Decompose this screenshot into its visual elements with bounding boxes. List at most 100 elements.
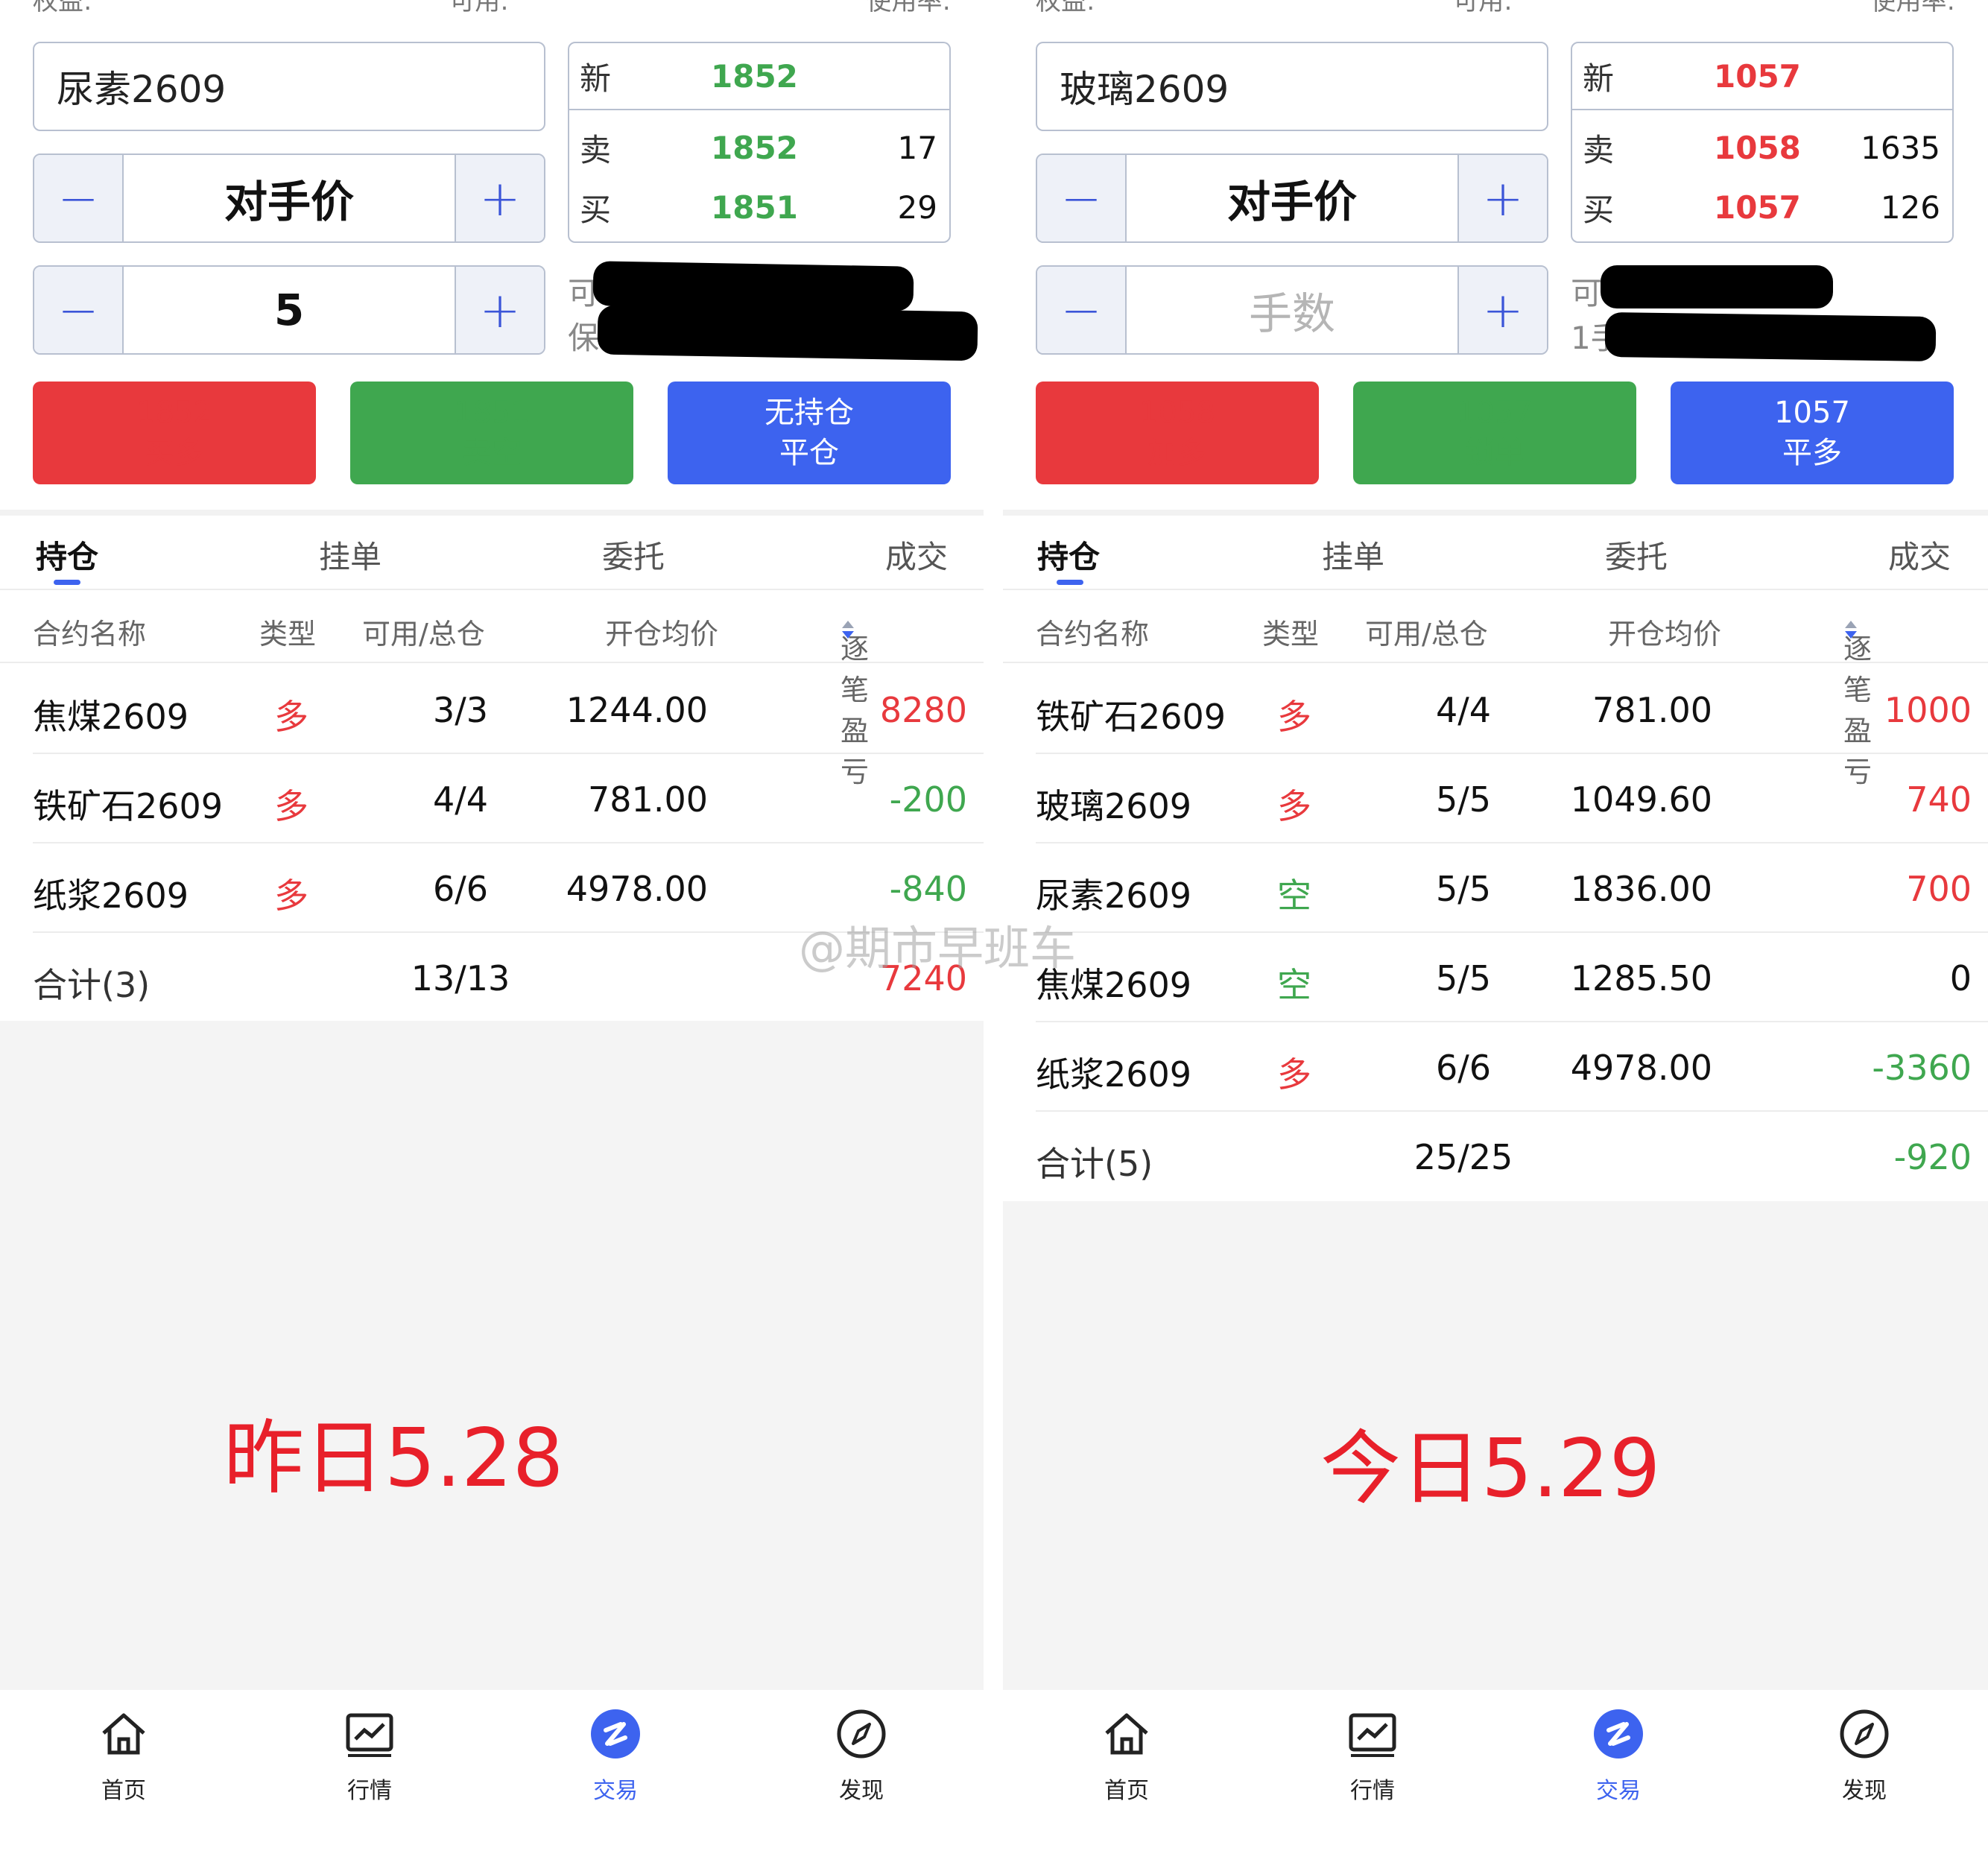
buy-long-button[interactable]: 1852 买多 [33, 382, 316, 484]
section-divider [1003, 510, 1988, 516]
redaction-mark [1601, 265, 1833, 308]
available-label: 可用: [1453, 0, 1513, 16]
col-type: 类型 [1262, 618, 1320, 650]
bottom-navigation: 首页 行情 交易 发现 [0, 1690, 984, 1874]
row-type: 多 [1277, 786, 1311, 826]
quantity-increment-button[interactable]: + [1457, 267, 1547, 353]
nav-discover[interactable]: 发现 [787, 1708, 936, 1805]
quote-last-price: 1852 [711, 57, 798, 95]
positions-table-header: 合约名称 类型 可用/总仓 开仓均价 逐笔盈亏 [1003, 596, 1988, 788]
close-position-label: 平仓 [779, 436, 839, 470]
table-row[interactable]: 铁矿石2609 多 4/4 781.00 -200 [33, 754, 984, 843]
nav-trade[interactable]: 交易 [541, 1708, 690, 1805]
quantity-input[interactable]: 手数 [1127, 267, 1457, 353]
order-tabs: 持仓 挂单 委托 成交 [0, 522, 984, 590]
col-type: 类型 [259, 618, 317, 650]
table-row[interactable]: 纸浆2609 多 6/6 4978.00 -3360 [1036, 1022, 1988, 1112]
lock-position-button[interactable]: 1057 锁单 [1353, 382, 1636, 484]
close-long-button[interactable]: 1057 平多 [1671, 382, 1954, 484]
row-avg-price: 1285.50 [1570, 958, 1712, 998]
nav-home-label: 首页 [1104, 1778, 1149, 1804]
tab-positions[interactable]: 持仓 [36, 532, 98, 577]
tab-pending-orders[interactable]: 挂单 [319, 532, 382, 577]
quantity-decrement-button[interactable]: − [34, 267, 124, 353]
contract-symbol-input[interactable]: 玻璃2609 [1036, 42, 1548, 131]
chart-icon [346, 1713, 393, 1757]
col-pnl-sort[interactable]: 逐笔盈亏 [1843, 611, 1872, 788]
tab-orders[interactable]: 委托 [602, 532, 665, 577]
row-type: 空 [1277, 965, 1311, 1005]
nav-trade-label: 交易 [1596, 1778, 1641, 1804]
tab-pending-orders[interactable]: 挂单 [1322, 532, 1384, 577]
weibo-watermark: @期市早班车 [799, 921, 1077, 975]
close-position-status: 无持仓 [765, 396, 854, 430]
quote-ask-row: 卖 1852 17 [569, 118, 949, 177]
margin-label: 保 [568, 320, 600, 356]
table-row[interactable]: 尿素2609 空 5/5 1836.00 700 [1036, 843, 1988, 933]
date-annotation: 今日5.29 [1320, 1422, 1661, 1516]
row-avg-price: 1049.60 [1570, 779, 1712, 820]
usage-label: 使用率: [866, 0, 951, 16]
quote-last-label: 新 [1583, 60, 1615, 97]
price-mode-value[interactable]: 对手价 [124, 155, 455, 241]
price-decrement-button[interactable]: − [34, 155, 124, 241]
table-row[interactable]: 玻璃2609 多 5/5 1049.60 740 [1036, 754, 1988, 843]
nav-trade[interactable]: 交易 [1544, 1708, 1693, 1805]
row-qty: 6/6 [1435, 1048, 1492, 1088]
col-available-total: 可用/总仓 [1365, 618, 1488, 650]
row-pnl: 0 [1949, 958, 1972, 998]
tab-trades[interactable]: 成交 [885, 532, 948, 577]
quote-bid-price: 1851 [711, 189, 798, 226]
row-contract: 铁矿石2609 [33, 786, 224, 826]
nav-home[interactable]: 首页 [1052, 1708, 1201, 1805]
close-position-button[interactable]: 无持仓 平仓 [668, 382, 951, 484]
nav-market[interactable]: 行情 [295, 1708, 444, 1805]
table-row[interactable]: 焦煤2609 多 3/3 1244.00 8280 [33, 665, 984, 754]
date-annotation: 昨日5.28 [224, 1412, 564, 1505]
row-pnl: 8280 [879, 690, 967, 730]
sell-short-button[interactable]: 1851 卖空 [350, 382, 633, 484]
nav-home[interactable]: 首页 [49, 1708, 198, 1805]
nav-discover[interactable]: 发现 [1790, 1708, 1939, 1805]
nav-market[interactable]: 行情 [1298, 1708, 1447, 1805]
add-long-button[interactable]: 1058 加多 [1036, 382, 1319, 484]
redaction-mark [1604, 311, 1937, 362]
total-qty: 25/25 [1414, 1137, 1513, 1177]
quantity-value[interactable]: 5 [124, 267, 455, 353]
price-increment-button[interactable]: + [1457, 155, 1547, 241]
price-mode-value[interactable]: 对手价 [1127, 155, 1457, 241]
tab-trades[interactable]: 成交 [1888, 532, 1951, 577]
quote-last-label: 新 [580, 60, 612, 97]
tab-orders[interactable]: 委托 [1605, 532, 1668, 577]
available-funds-label: 可 [1571, 275, 1603, 311]
row-contract: 焦煤2609 [33, 697, 189, 737]
active-tab-indicator [54, 580, 80, 585]
table-row[interactable]: 焦煤2609 空 5/5 1285.50 0 [1036, 933, 1988, 1022]
lock-position-price: 1057 [1457, 396, 1533, 430]
row-qty: 6/6 [432, 869, 489, 909]
price-decrement-button[interactable]: − [1037, 155, 1127, 241]
table-row[interactable]: 铁矿石2609 多 4/4 781.00 1000 [1036, 665, 1988, 754]
row-type: 多 [1277, 697, 1311, 737]
account-summary-bar: 权益: 可用: 使用率: [33, 0, 951, 16]
col-pnl-sort[interactable]: 逐笔盈亏 [841, 611, 869, 788]
total-label: 合计(3) [33, 965, 151, 1005]
quantity-increment-button[interactable]: + [455, 267, 544, 353]
quote-ask-row: 卖 1058 1635 [1572, 118, 1952, 177]
price-increment-button[interactable]: + [455, 155, 544, 241]
quote-bid-volume: 29 [897, 189, 937, 226]
row-avg-price: 1244.00 [566, 690, 708, 730]
quote-panel: 新 1057 卖 1058 1635 买 1057 126 [1571, 42, 1954, 243]
contract-symbol-input[interactable]: 尿素2609 [33, 42, 545, 131]
price-mode-stepper: − 对手价 + [33, 153, 545, 243]
quantity-decrement-button[interactable]: − [1037, 267, 1127, 353]
close-long-label: 平多 [1782, 436, 1842, 470]
row-qty: 5/5 [1435, 869, 1492, 909]
available-label: 可用: [449, 0, 509, 16]
quote-bid-row: 买 1057 126 [1572, 177, 1952, 237]
sell-short-label: 卖空 [462, 436, 522, 470]
positions-table-header: 合约名称 类型 可用/总仓 开仓均价 逐笔盈亏 [0, 596, 984, 788]
active-tab-indicator [1057, 580, 1083, 585]
row-pnl: -840 [889, 869, 967, 909]
tab-positions[interactable]: 持仓 [1037, 532, 1100, 577]
